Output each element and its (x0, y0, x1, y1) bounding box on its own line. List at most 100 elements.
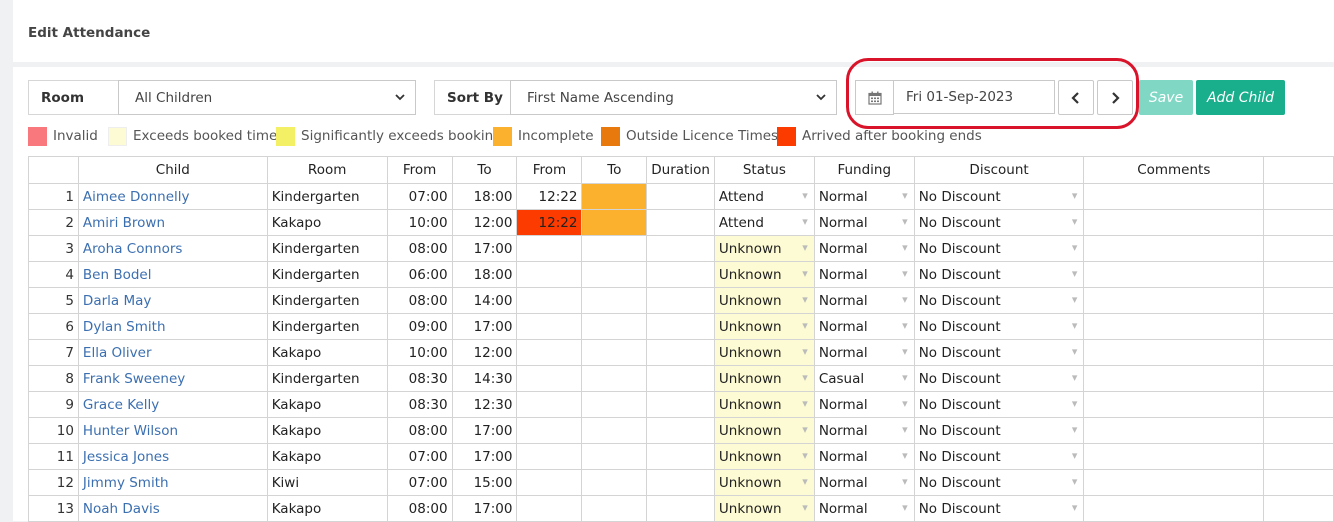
col-header-actual-to[interactable]: To (581, 156, 648, 184)
status-select[interactable]: Attend (713, 183, 815, 210)
actual-to-cell[interactable] (581, 495, 648, 522)
child-link[interactable]: Grace Kelly (83, 397, 159, 413)
child-link[interactable]: Jessica Jones (83, 449, 169, 465)
child-link[interactable]: Darla May (83, 293, 151, 309)
funding-select[interactable]: Normal (813, 261, 915, 288)
status-select[interactable]: Unknown (713, 391, 815, 418)
comments-cell[interactable] (1083, 261, 1265, 288)
discount-select[interactable]: No Discount (913, 495, 1085, 522)
comments-cell[interactable] (1083, 235, 1265, 262)
status-select[interactable]: Unknown (713, 339, 815, 366)
funding-select[interactable]: Normal (813, 287, 915, 314)
status-select[interactable]: Unknown (713, 417, 815, 444)
discount-select[interactable]: No Discount (913, 287, 1085, 314)
actual-from-cell[interactable] (516, 339, 583, 366)
actual-from-cell[interactable] (516, 261, 583, 288)
actual-from-cell[interactable]: 12:22 (516, 183, 583, 210)
actual-to-cell[interactable] (581, 391, 648, 418)
discount-select[interactable]: No Discount (913, 469, 1085, 496)
col-header-duration[interactable]: Duration (646, 156, 715, 184)
actual-to-cell[interactable] (581, 209, 648, 236)
child-link[interactable]: Aroha Connors (83, 241, 183, 257)
discount-select[interactable]: No Discount (913, 443, 1085, 470)
actual-to-cell[interactable] (581, 183, 648, 210)
discount-select[interactable]: No Discount (913, 339, 1085, 366)
actual-from-cell[interactable] (516, 495, 583, 522)
comments-cell[interactable] (1083, 339, 1265, 366)
actual-from-cell[interactable] (516, 313, 583, 340)
status-select[interactable]: Unknown (713, 443, 815, 470)
status-select[interactable]: Unknown (713, 261, 815, 288)
status-select[interactable]: Unknown (713, 313, 815, 340)
actual-from-cell[interactable]: 12:22 (516, 209, 583, 236)
actual-to-cell[interactable] (581, 469, 648, 496)
actual-from-cell[interactable] (516, 391, 583, 418)
actual-from-cell[interactable] (516, 287, 583, 314)
child-link[interactable]: Jimmy Smith (83, 475, 169, 491)
col-header-child[interactable]: Child (77, 156, 268, 184)
room-select[interactable]: All Children (118, 80, 416, 115)
comments-cell[interactable] (1083, 469, 1265, 496)
funding-select[interactable]: Normal (813, 235, 915, 262)
col-header-booked-to[interactable]: To (451, 156, 518, 184)
discount-select[interactable]: No Discount (913, 391, 1085, 418)
actual-to-cell[interactable] (581, 417, 648, 444)
status-select[interactable]: Unknown (713, 469, 815, 496)
col-header-discount[interactable]: Discount (913, 156, 1085, 184)
discount-select[interactable]: No Discount (913, 235, 1085, 262)
child-link[interactable]: Ella Oliver (83, 345, 152, 361)
actual-to-cell[interactable] (581, 287, 648, 314)
save-button[interactable]: Save (1139, 80, 1193, 115)
status-select[interactable]: Unknown (713, 287, 815, 314)
status-select[interactable]: Unknown (713, 235, 815, 262)
discount-select[interactable]: No Discount (913, 183, 1085, 210)
child-link[interactable]: Dylan Smith (83, 319, 166, 335)
funding-select[interactable]: Normal (813, 183, 915, 210)
status-select[interactable]: Attend (713, 209, 815, 236)
child-link[interactable]: Noah Davis (83, 501, 160, 517)
funding-select[interactable]: Normal (813, 391, 915, 418)
col-header-actual-from[interactable]: From (516, 156, 583, 184)
comments-cell[interactable] (1083, 183, 1265, 210)
funding-select[interactable]: Casual (813, 365, 915, 392)
child-link[interactable]: Aimee Donnelly (83, 189, 190, 205)
col-header-comments[interactable]: Comments (1083, 156, 1265, 184)
comments-cell[interactable] (1083, 209, 1265, 236)
col-header-status[interactable]: Status (713, 156, 815, 184)
comments-cell[interactable] (1083, 287, 1265, 314)
actual-to-cell[interactable] (581, 443, 648, 470)
actual-from-cell[interactable] (516, 365, 583, 392)
actual-from-cell[interactable] (516, 417, 583, 444)
actual-to-cell[interactable] (581, 261, 648, 288)
child-link[interactable]: Hunter Wilson (83, 423, 178, 439)
child-link[interactable]: Amiri Brown (83, 215, 165, 231)
child-link[interactable]: Frank Sweeney (83, 371, 185, 387)
child-link[interactable]: Ben Bodel (83, 267, 152, 283)
discount-select[interactable]: No Discount (913, 313, 1085, 340)
comments-cell[interactable] (1083, 443, 1265, 470)
status-select[interactable]: Unknown (713, 495, 815, 522)
actual-to-cell[interactable] (581, 313, 648, 340)
actual-from-cell[interactable] (516, 469, 583, 496)
sort-select[interactable]: First Name Ascending (510, 80, 837, 115)
actual-to-cell[interactable] (581, 365, 648, 392)
funding-select[interactable]: Normal (813, 339, 915, 366)
comments-cell[interactable] (1083, 391, 1265, 418)
status-select[interactable]: Unknown (713, 365, 815, 392)
discount-select[interactable]: No Discount (913, 261, 1085, 288)
comments-cell[interactable] (1083, 495, 1265, 522)
comments-cell[interactable] (1083, 417, 1265, 444)
col-header-booked-from[interactable]: From (386, 156, 453, 184)
comments-cell[interactable] (1083, 313, 1265, 340)
actual-from-cell[interactable] (516, 443, 583, 470)
actual-from-cell[interactable] (516, 235, 583, 262)
funding-select[interactable]: Normal (813, 495, 915, 522)
actual-to-cell[interactable] (581, 235, 648, 262)
discount-select[interactable]: No Discount (913, 365, 1085, 392)
discount-select[interactable]: No Discount (913, 417, 1085, 444)
funding-select[interactable]: Normal (813, 443, 915, 470)
comments-cell[interactable] (1083, 365, 1265, 392)
discount-select[interactable]: No Discount (913, 209, 1085, 236)
funding-select[interactable]: Normal (813, 469, 915, 496)
funding-select[interactable]: Normal (813, 209, 915, 236)
